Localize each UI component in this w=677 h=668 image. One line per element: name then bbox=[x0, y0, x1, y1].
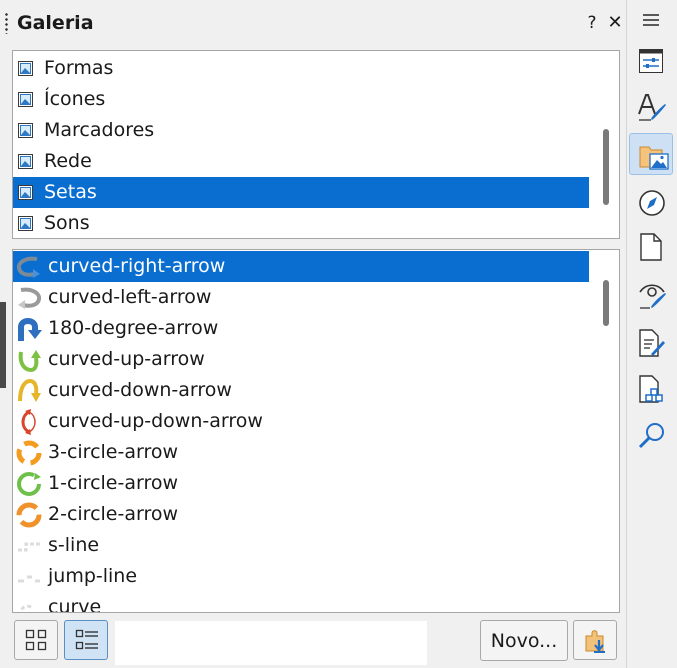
list-view-icon bbox=[75, 629, 98, 650]
picture-icon bbox=[18, 61, 33, 76]
gallery-item-label: 3-circle-arrow bbox=[48, 441, 179, 463]
deck-gallery-button[interactable] bbox=[629, 133, 673, 175]
close-button[interactable]: ✕ bbox=[607, 13, 623, 33]
picture-icon bbox=[18, 216, 33, 231]
import-icon bbox=[585, 630, 605, 653]
design-deck-icon bbox=[639, 375, 663, 403]
curved-down-arrow-icon bbox=[18, 378, 41, 402]
2-circle-arrow-icon bbox=[16, 502, 42, 528]
gallery-item-label: 2-circle-arrow bbox=[48, 503, 179, 525]
picture-icon bbox=[18, 123, 33, 138]
gallery-item-2-circle-arrow[interactable]: 2-circle-arrow bbox=[13, 499, 589, 530]
gallery-item-label: curved-up-arrow bbox=[48, 348, 205, 370]
gallery-item-curve[interactable]: curve bbox=[13, 592, 589, 613]
theme-item-icones[interactable]: Ícones bbox=[13, 84, 589, 115]
deck-styles-button[interactable] bbox=[629, 85, 673, 127]
themes-list[interactable]: Formas Ícones Marcadores Rede Setas Sons bbox=[12, 50, 620, 239]
new-theme-button[interactable]: Novo... bbox=[480, 620, 568, 661]
curve-icon bbox=[18, 604, 34, 612]
help-button[interactable]: ? bbox=[585, 12, 599, 34]
curved-left-arrow-icon bbox=[18, 287, 42, 309]
deck-navigator-button[interactable] bbox=[629, 181, 673, 223]
detailed-view-button[interactable] bbox=[64, 620, 108, 660]
gallery-item-curved-up-arrow[interactable]: curved-up-arrow bbox=[13, 344, 589, 375]
1-circle-arrow-icon bbox=[17, 472, 41, 496]
properties-deck-icon bbox=[639, 49, 663, 73]
gallery-item-curved-left-arrow[interactable]: curved-left-arrow bbox=[13, 282, 589, 313]
gallery-item-label: 180-degree-arrow bbox=[48, 317, 219, 339]
items-scrollbar-thumb[interactable] bbox=[603, 280, 609, 326]
theme-item-sons[interactable]: Sons bbox=[13, 208, 589, 238]
jump-line-icon bbox=[18, 575, 40, 583]
gallery-toolbar: Novo... bbox=[0, 617, 626, 668]
theme-item-label: Setas bbox=[44, 181, 97, 203]
picture-icon bbox=[18, 92, 33, 107]
gallery-item-label: jump-line bbox=[48, 565, 138, 587]
gallery-item-s-line[interactable]: s-line bbox=[13, 530, 589, 561]
manage-changes-deck-icon bbox=[639, 329, 665, 357]
gallery-item-label: curved-right-arrow bbox=[48, 255, 226, 277]
deck-style-inspector-button[interactable] bbox=[629, 273, 673, 315]
gallery-items-list[interactable]: curved-right-arrow curved-left-arrow 180… bbox=[12, 249, 620, 613]
deck-find-button[interactable] bbox=[629, 414, 673, 456]
gallery-item-180-degree-arrow[interactable]: 180-degree-arrow bbox=[13, 313, 589, 344]
gallery-item-jump-line[interactable]: jump-line bbox=[13, 561, 589, 592]
gallery-item-curved-right-arrow[interactable]: curved-right-arrow bbox=[13, 251, 589, 282]
picture-icon bbox=[18, 154, 33, 169]
styles-deck-icon bbox=[638, 94, 666, 121]
theme-item-marcadores[interactable]: Marcadores bbox=[13, 115, 589, 146]
gallery-item-label: curved-left-arrow bbox=[48, 286, 212, 308]
icon-view-button[interactable] bbox=[14, 620, 58, 660]
deck-properties-button[interactable] bbox=[629, 40, 673, 82]
curved-right-arrow-icon bbox=[16, 256, 40, 278]
gallery-item-label: curved-up-down-arrow bbox=[48, 410, 263, 432]
search-input[interactable] bbox=[115, 621, 427, 665]
gallery-item-label: curve bbox=[48, 596, 102, 613]
3-circle-arrow-icon bbox=[16, 440, 42, 466]
gallery-item-label: 1-circle-arrow bbox=[48, 472, 179, 494]
gallery-item-label: curved-down-arrow bbox=[48, 379, 232, 401]
u-turn-arrow-icon bbox=[18, 318, 42, 341]
sidebar-menu-button[interactable] bbox=[642, 12, 660, 28]
deck-page-button[interactable] bbox=[629, 225, 673, 267]
navigator-deck-icon bbox=[639, 190, 665, 216]
s-line-icon bbox=[18, 542, 40, 552]
theme-item-setas[interactable]: Setas bbox=[13, 177, 589, 208]
deck-manage-changes-button[interactable] bbox=[629, 321, 673, 363]
theme-item-formas[interactable]: Formas bbox=[13, 53, 589, 84]
hamburger-menu-icon bbox=[643, 14, 659, 26]
theme-item-label: Ícones bbox=[44, 88, 106, 110]
gallery-item-3-circle-arrow[interactable]: 3-circle-arrow bbox=[13, 437, 589, 468]
theme-item-label: Formas bbox=[44, 57, 114, 79]
gallery-item-curved-down-arrow[interactable]: curved-down-arrow bbox=[13, 375, 589, 406]
panel-title: Galeria bbox=[17, 12, 94, 34]
curved-up-down-arrow-icon bbox=[21, 409, 36, 435]
gallery-deck-icon bbox=[639, 146, 669, 170]
gallery-item-label: s-line bbox=[48, 534, 100, 556]
picture-icon bbox=[18, 185, 33, 200]
style-inspector-deck-icon bbox=[639, 284, 666, 309]
sidebar-deck bbox=[626, 0, 677, 668]
sidebar-resize-handle[interactable] bbox=[0, 302, 6, 388]
gallery-item-1-circle-arrow[interactable]: 1-circle-arrow bbox=[13, 468, 589, 499]
import-button[interactable] bbox=[573, 620, 617, 660]
theme-item-label: Rede bbox=[44, 150, 92, 172]
gallery-item-curved-up-down-arrow[interactable]: curved-up-down-arrow bbox=[13, 406, 589, 437]
theme-item-rede[interactable]: Rede bbox=[13, 146, 589, 177]
theme-item-label: Marcadores bbox=[44, 119, 155, 141]
page-deck-icon bbox=[640, 233, 662, 261]
deck-design-button[interactable] bbox=[629, 367, 673, 409]
find-replace-deck-icon bbox=[638, 423, 664, 449]
themes-scrollbar-thumb[interactable] bbox=[603, 129, 609, 205]
panel-header: Galeria ? ✕ bbox=[0, 0, 626, 44]
curved-up-arrow-icon bbox=[18, 350, 41, 373]
grid-view-icon bbox=[25, 629, 47, 651]
theme-item-label: Sons bbox=[44, 212, 90, 234]
drag-grip-icon[interactable] bbox=[5, 12, 8, 34]
